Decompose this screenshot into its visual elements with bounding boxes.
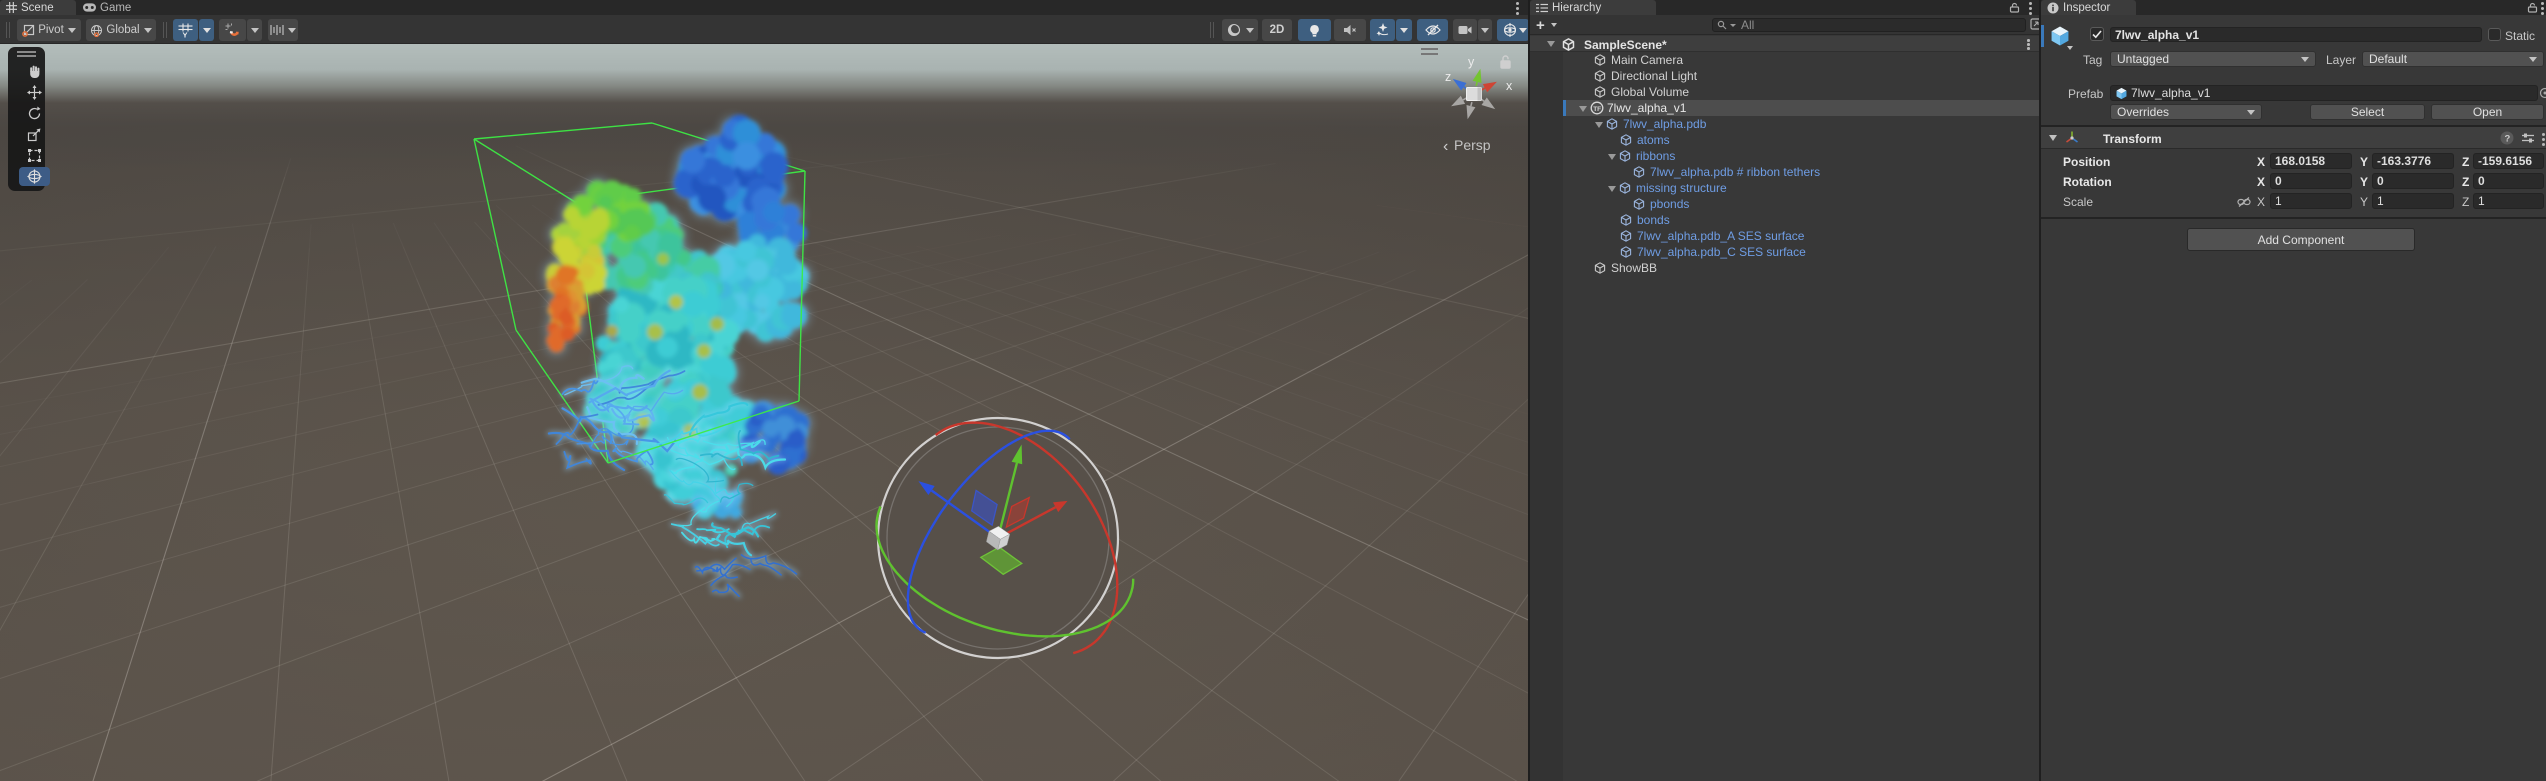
svg-text:x: x (1506, 79, 1513, 93)
svg-text:TF: TF (1593, 106, 1601, 113)
svg-text:Persp: Persp (1454, 137, 1491, 153)
svg-text:z: z (1445, 70, 1451, 84)
svg-text:?: ? (2505, 134, 2511, 145)
svg-text:Y: Y (183, 30, 188, 38)
svg-text:y: y (1468, 55, 1475, 69)
svg-text:‹: ‹ (1443, 138, 1448, 155)
